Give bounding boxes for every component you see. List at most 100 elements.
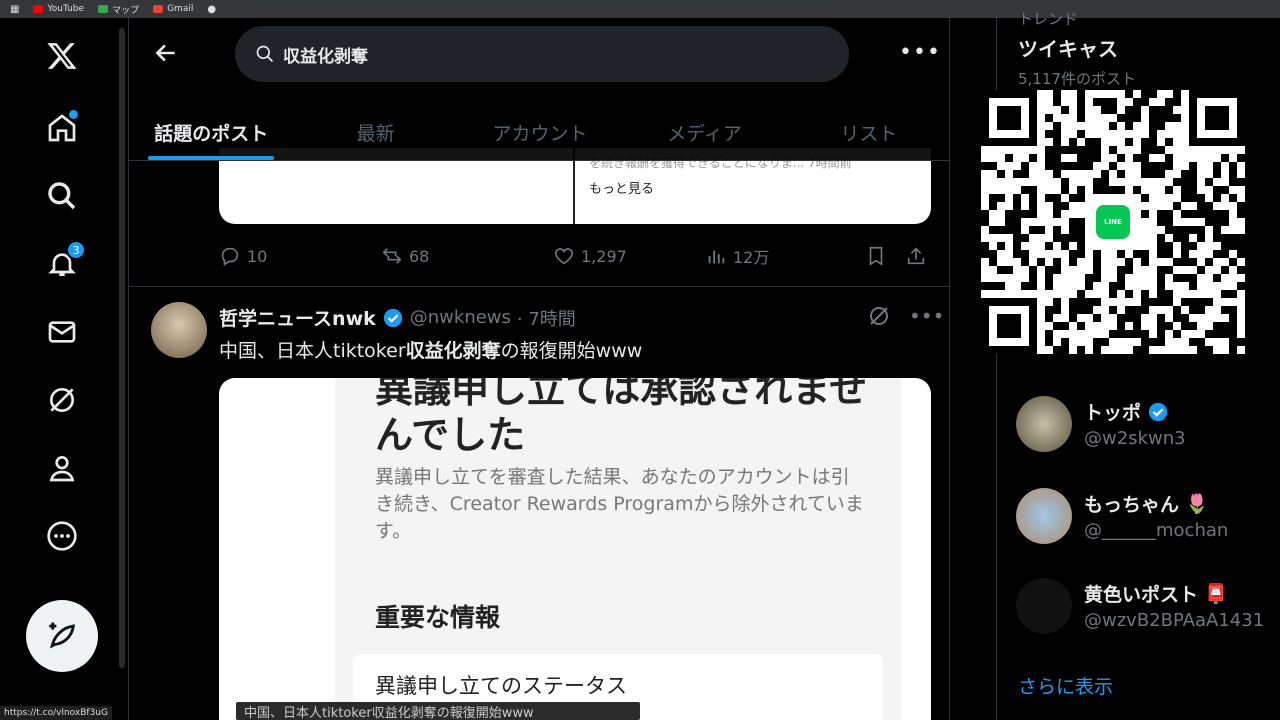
line-logo-label: LINE bbox=[1096, 205, 1130, 239]
views-count: 12万 bbox=[733, 248, 770, 267]
repost-icon bbox=[382, 248, 402, 264]
post-more-icon[interactable]: ••• bbox=[909, 304, 944, 328]
screenshot-content: 異議申し立ては承認されませんでした 異議申し立てを審査した結果、あなたのアカウン… bbox=[335, 378, 901, 720]
bookmark-label: マップ bbox=[112, 5, 140, 16]
trend-label: トレンド bbox=[1018, 10, 1079, 28]
profile-icon[interactable] bbox=[44, 450, 80, 486]
heart-icon bbox=[554, 248, 574, 265]
back-arrow-icon[interactable] bbox=[153, 40, 179, 66]
repost-count: 68 bbox=[409, 246, 430, 266]
search-icon bbox=[256, 45, 274, 63]
bookmark-label: Gmail bbox=[167, 4, 194, 14]
search-query: 収益化剥奪 bbox=[283, 46, 368, 67]
post-text-part: 中国、日本人tiktoker bbox=[219, 340, 406, 362]
more-icon[interactable]: ••• bbox=[899, 40, 941, 65]
grok-icon[interactable] bbox=[44, 382, 80, 418]
post-text-part: の報復開始www bbox=[500, 340, 643, 362]
media-heading: 異議申し立ては承認されませんでした bbox=[375, 378, 868, 457]
line-qr-code: LINE bbox=[981, 90, 1245, 354]
follow-handle: @wzvB2BPAaA1431 bbox=[1084, 610, 1265, 631]
post-header: 哲学ニュースnwk @nwknews · 7時間 bbox=[219, 304, 576, 331]
tab-top[interactable]: 話題のポスト bbox=[129, 104, 293, 160]
bookmark-button[interactable] bbox=[865, 245, 905, 267]
grok-icon[interactable] bbox=[867, 304, 891, 328]
search-tabs: 話題のポスト 最新 アカウント メディア リスト bbox=[129, 104, 949, 160]
home-notification-dot bbox=[69, 110, 78, 119]
follow-suggestion[interactable]: 黄色いポスト 📮 @wzvB2BPAaA1431 bbox=[996, 578, 1276, 648]
reply-count: 10 bbox=[247, 246, 268, 266]
avatar bbox=[1016, 488, 1072, 544]
search-input[interactable]: 収益化剥奪 bbox=[235, 26, 849, 82]
github-icon[interactable]: ● bbox=[207, 4, 216, 15]
card-more-link[interactable]: もっと見る bbox=[589, 178, 654, 197]
views-button[interactable]: 12万 bbox=[705, 244, 865, 268]
bookmark-label: YouTube bbox=[47, 4, 85, 14]
share-icon bbox=[907, 247, 925, 265]
search-header: 収益化剥奪 ••• 話題のポスト 最新 アカウント メディア リスト bbox=[129, 18, 949, 161]
follow-name-text: もっちゃん bbox=[1084, 494, 1180, 516]
link-tooltip: 中国、日本人tiktoker収益化剥奪の報復開始www bbox=[236, 702, 640, 720]
youtube-icon bbox=[33, 5, 44, 13]
views-chart-icon bbox=[708, 250, 725, 264]
post-divider bbox=[129, 286, 949, 287]
notification-count-badge: 3 bbox=[66, 240, 86, 260]
avatar bbox=[1016, 396, 1072, 452]
media-subheading: 重要な情報 bbox=[375, 603, 501, 632]
home-icon[interactable] bbox=[44, 110, 80, 146]
follow-name: もっちゃん 🌷 bbox=[1084, 490, 1209, 517]
like-button[interactable]: 1,297 bbox=[553, 245, 705, 267]
postbox-emoji-icon: 📮 bbox=[1204, 583, 1228, 605]
post-actions: 10 68 1,297 12万 bbox=[219, 244, 931, 268]
bookmark-maps[interactable]: マップ bbox=[98, 3, 139, 16]
scrollbar[interactable] bbox=[119, 28, 125, 668]
feather-plus-icon bbox=[49, 622, 76, 649]
bookmark-gmail[interactable]: Gmail bbox=[153, 4, 193, 14]
like-count: 1,297 bbox=[581, 246, 627, 266]
reply-icon bbox=[221, 247, 239, 266]
maps-icon bbox=[98, 5, 109, 13]
avatar bbox=[1016, 578, 1072, 634]
reply-button[interactable]: 10 bbox=[219, 245, 381, 267]
notifications-icon[interactable]: 3 bbox=[44, 240, 86, 282]
status-bar-url: https://t.co/vlnoxBf3uG bbox=[0, 706, 112, 720]
tab-latest[interactable]: 最新 bbox=[293, 104, 457, 160]
more-options-icon[interactable] bbox=[44, 518, 80, 554]
search-icon[interactable] bbox=[44, 178, 80, 214]
tab-lists[interactable]: リスト bbox=[787, 104, 949, 160]
post-time[interactable]: · 7時間 bbox=[517, 305, 576, 331]
show-more-link[interactable]: さらに表示 bbox=[1018, 672, 1113, 699]
follow-name: 黄色いポスト 📮 bbox=[1084, 580, 1228, 607]
bookmark-youtube[interactable]: YouTube bbox=[33, 4, 84, 14]
author-avatar[interactable] bbox=[151, 302, 207, 358]
media-box-title: 異議申し立てのステータス bbox=[375, 674, 627, 698]
follow-name-text: トッポ bbox=[1084, 402, 1142, 424]
post-text-highlight: 収益化剥奪 bbox=[405, 340, 501, 362]
right-sidebar: トレンド ツイキャス 5,117件のポスト みろ LINE トッポ @w2skw… bbox=[952, 10, 1280, 720]
verified-badge-icon bbox=[1148, 402, 1168, 421]
follow-suggestion[interactable]: トッポ @w2skwn3 bbox=[996, 396, 1276, 466]
tab-accounts[interactable]: アカウント bbox=[458, 104, 622, 160]
follow-handle: @______mochan bbox=[1084, 520, 1229, 541]
author-handle[interactable]: @nwknews bbox=[410, 307, 511, 328]
compose-post-button[interactable] bbox=[26, 600, 98, 672]
follow-name: トッポ bbox=[1084, 398, 1169, 425]
trend-title: ツイキャス bbox=[1018, 37, 1118, 61]
follow-name-text: 黄色いポスト bbox=[1084, 584, 1199, 606]
post-text: 中国、日本人tiktoker収益化剥奪の報復開始www bbox=[219, 336, 642, 363]
tulip-emoji-icon: 🌷 bbox=[1185, 493, 1209, 515]
line-logo-icon: LINE bbox=[1093, 202, 1133, 242]
x-logo-icon[interactable] bbox=[44, 38, 80, 74]
apps-icon[interactable]: ▦ bbox=[10, 4, 19, 15]
follow-handle: @w2skwn3 bbox=[1084, 428, 1186, 449]
messages-icon[interactable] bbox=[44, 314, 80, 350]
main-column: 収益化剥奪 ••• 話題のポスト 最新 アカウント メディア リスト を続き報酬… bbox=[128, 18, 950, 720]
repost-button[interactable]: 68 bbox=[381, 245, 553, 267]
bookmark-icon bbox=[869, 246, 883, 266]
media-body: 異議申し立てを審査した結果、あなたのアカウントは引き続き、Creator Rew… bbox=[375, 466, 864, 542]
author-name[interactable]: 哲学ニュースnwk bbox=[219, 304, 376, 331]
trend-count: 5,117件のポスト bbox=[1018, 70, 1136, 88]
follow-suggestion[interactable]: もっちゃん 🌷 @______mochan bbox=[996, 488, 1276, 558]
share-button[interactable] bbox=[905, 245, 927, 267]
post-media-image[interactable]: 異議申し立ては承認されませんでした 異議申し立てを審査した結果、あなたのアカウン… bbox=[219, 378, 931, 720]
tab-media[interactable]: メディア bbox=[622, 104, 786, 160]
